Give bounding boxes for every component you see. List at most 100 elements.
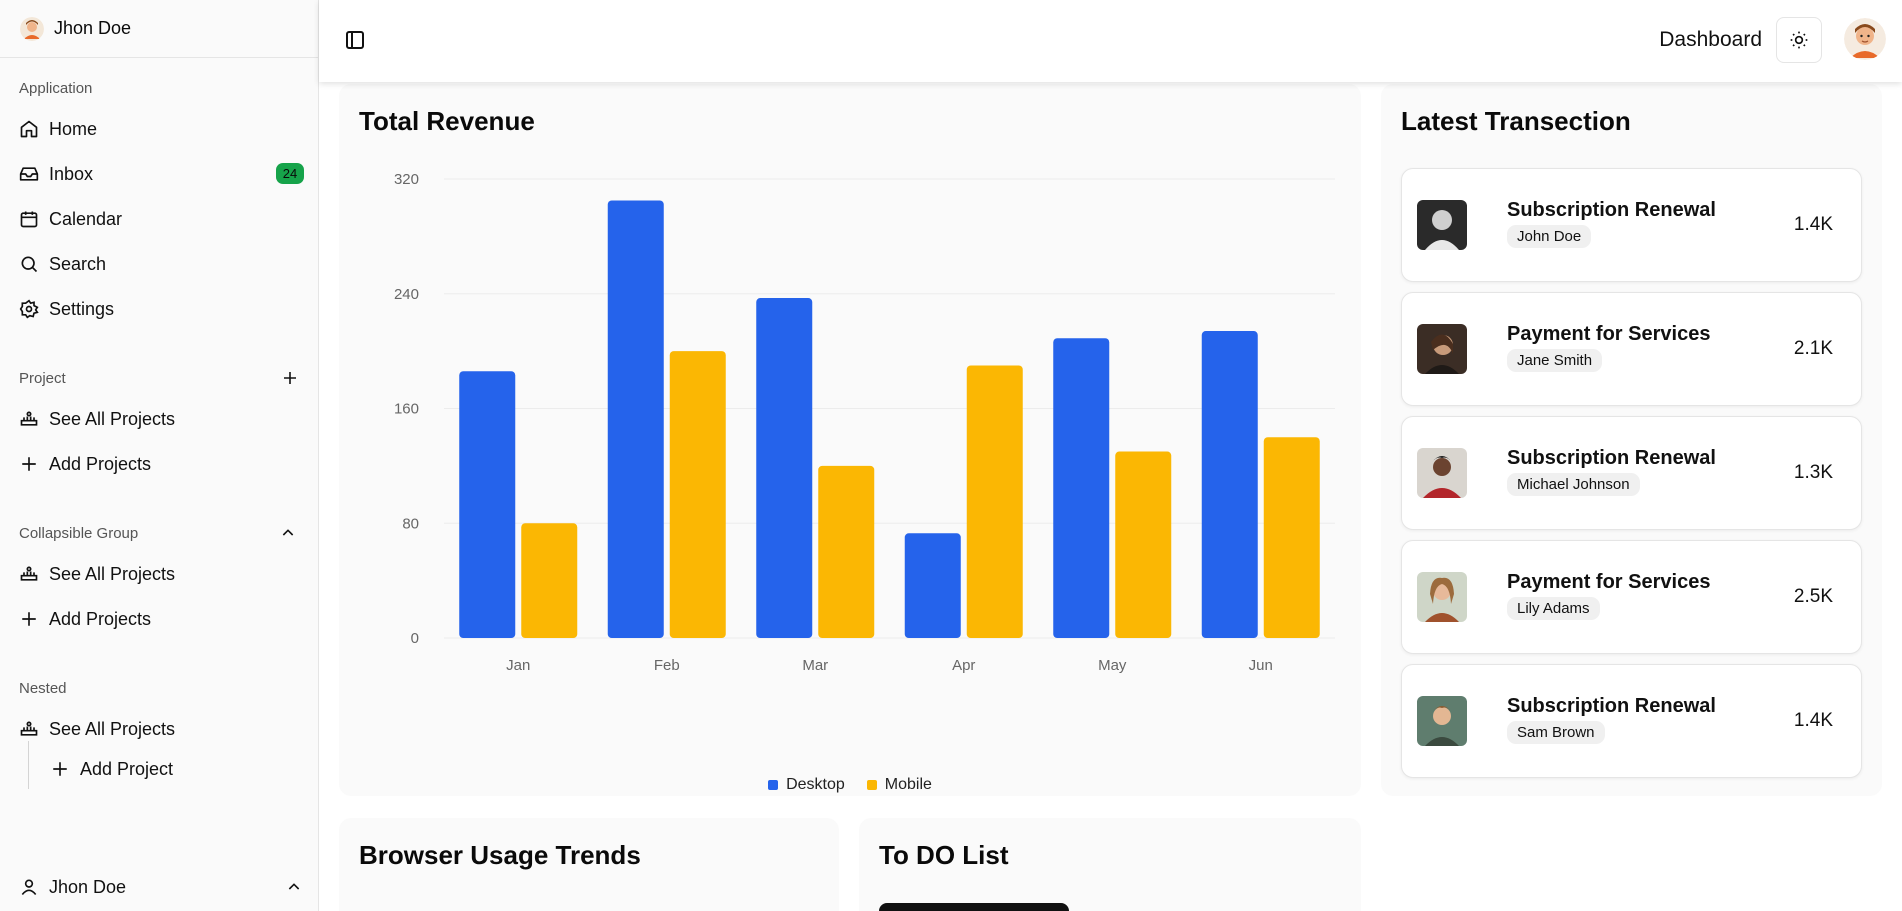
bar-mobile-jun[interactable]	[1263, 437, 1320, 638]
group-label-application: Application	[19, 80, 93, 97]
sidebar-user-name: Jhon Doe	[54, 18, 132, 38]
legend-label: Mobile	[884, 776, 932, 793]
sidebar-item-label: Add Projects	[49, 453, 152, 474]
card-title-browser: Browser Usage Trends	[359, 840, 641, 870]
customer-name-tag: Jane Smith	[1507, 349, 1603, 372]
latest-transactions-card: Latest Transection Subscription Renewal …	[1381, 84, 1882, 796]
sidebar-item-see-all-projects[interactable]: See All Projects	[19, 556, 304, 592]
nested-divider	[28, 741, 29, 789]
x-tick-label: Jan	[506, 657, 530, 674]
sidebar-item-see-all-projects[interactable]: See All Projects	[19, 711, 304, 747]
sidebar-item-label: See All Projects	[49, 718, 176, 739]
sidebar-toggle-icon[interactable]	[343, 28, 367, 52]
sidebar-user-header[interactable]: Jhon Doe	[0, 0, 318, 58]
x-tick-label: Apr	[952, 657, 975, 674]
group-label-project: Project	[19, 370, 66, 387]
customer-photo	[1417, 572, 1467, 622]
group-label-nested: Nested	[19, 680, 67, 697]
y-tick-label: 320	[394, 171, 419, 188]
sidebar-item-calendar[interactable]: Calendar	[19, 201, 304, 237]
app-root: Jhon Doe Application Home Inbox 24 Calen…	[0, 0, 1902, 911]
bar-mobile-jan[interactable]	[521, 523, 578, 638]
customer-name-tag: Sam Brown	[1507, 721, 1605, 744]
sidebar-item-add-projects[interactable]: Add Projects	[19, 601, 304, 637]
user-icon	[19, 877, 39, 897]
x-tick-label: Feb	[654, 657, 680, 674]
total-revenue-card: Total Revenue 0 80 160 240 320 Jan Feb Mar Apr Ma…	[339, 84, 1361, 796]
sidebar-item-inbox[interactable]: Inbox 24	[19, 156, 304, 192]
sidebar-item-label: Calendar	[49, 208, 123, 229]
y-tick-label: 240	[394, 286, 419, 303]
chevron-up-icon[interactable]	[278, 523, 298, 543]
customer-name-tag: John Doe	[1507, 225, 1592, 248]
browser-usage-card: Browser Usage Trends	[339, 818, 839, 911]
card-title-transactions: Latest Transection	[1401, 106, 1631, 136]
bar-desktop-feb[interactable]	[607, 200, 664, 638]
chevron-up-icon	[284, 877, 304, 897]
bar-desktop-jan[interactable]	[459, 371, 516, 638]
plus-icon	[50, 759, 70, 779]
sun-icon	[1790, 31, 1808, 49]
y-tick-label: 0	[411, 630, 419, 647]
sidebar-item-add-project[interactable]: Add Project	[50, 751, 304, 787]
inbox-icon	[19, 164, 39, 184]
sidebar: Jhon Doe Application Home Inbox 24 Calen…	[0, 0, 319, 911]
customer-photo	[1417, 448, 1467, 498]
customer-name-tag: Michael Johnson	[1507, 473, 1640, 496]
projects-icon	[19, 719, 39, 739]
sidebar-item-label: Add Project	[80, 758, 174, 779]
sidebar-item-home[interactable]: Home	[19, 111, 304, 147]
bar-mobile-feb[interactable]	[669, 351, 726, 638]
sidebar-item-add-projects[interactable]: Add Projects	[19, 446, 304, 482]
legend-swatch-mobile	[866, 780, 877, 790]
home-icon	[19, 119, 39, 139]
transaction-title: Subscription Renewal	[1507, 695, 1716, 717]
todo-list-card: To DO List	[859, 818, 1361, 911]
bar-mobile-apr[interactable]	[966, 365, 1023, 638]
settings-icon	[19, 299, 39, 319]
bar-desktop-mar[interactable]	[756, 298, 813, 638]
sidebar-footer-user[interactable]: Jhon Doe	[19, 869, 304, 905]
customer-name-tag: Lily Adams	[1507, 597, 1600, 620]
transaction-amount: 2.5K	[1793, 586, 1833, 607]
theme-toggle-button[interactable]	[1776, 17, 1822, 63]
legend-item-mobile[interactable]: Mobile	[866, 776, 932, 794]
legend-item-desktop[interactable]: Desktop	[768, 776, 845, 794]
bar-mobile-mar[interactable]	[818, 465, 875, 638]
transaction-title: Subscription Renewal	[1507, 447, 1716, 469]
x-tick-label: May	[1098, 657, 1127, 674]
user-avatar	[20, 16, 44, 41]
transaction-item[interactable]: Subscription Renewal Michael Johnson 1.3…	[1401, 416, 1862, 530]
sidebar-item-settings[interactable]: Settings	[19, 291, 304, 327]
calendar-icon	[19, 209, 39, 229]
sidebar-item-see-all-projects[interactable]: See All Projects	[19, 401, 304, 437]
sidebar-item-label: Add Projects	[49, 608, 152, 629]
sidebar-footer-user-name: Jhon Doe	[49, 876, 127, 897]
bar-desktop-may[interactable]	[1053, 338, 1110, 638]
transaction-item[interactable]: Subscription Renewal Sam Brown 1.4K	[1401, 664, 1862, 778]
projects-icon	[19, 409, 39, 429]
transaction-item[interactable]: Payment for Services Lily Adams 2.5K	[1401, 540, 1862, 654]
transaction-item[interactable]: Subscription Renewal John Doe 1.4K	[1401, 168, 1862, 282]
bar-desktop-apr[interactable]	[904, 533, 961, 638]
sidebar-item-search[interactable]: Search	[19, 246, 304, 282]
transaction-item[interactable]: Payment for Services Jane Smith 2.1K	[1401, 292, 1862, 406]
transaction-title: Subscription Renewal	[1507, 199, 1716, 221]
add-project-plus-icon[interactable]	[280, 368, 300, 388]
group-label-collapsible: Collapsible Group	[19, 525, 139, 542]
page-title[interactable]: Dashboard	[1659, 28, 1762, 52]
inbox-count-badge: 24	[276, 163, 304, 184]
customer-photo	[1417, 200, 1467, 250]
x-tick-label: Jun	[1249, 657, 1273, 674]
bar-desktop-jun[interactable]	[1201, 331, 1258, 638]
bar-mobile-may[interactable]	[1115, 451, 1172, 638]
todo-add-button[interactable]	[879, 903, 1069, 911]
customer-photo	[1417, 696, 1467, 746]
revenue-bar-chart: 0 80 160 240 320 Jan Feb Mar Apr May Jun	[394, 171, 1335, 674]
plus-icon	[19, 454, 39, 474]
user-avatar[interactable]	[1844, 18, 1886, 60]
sidebar-item-label: Home	[49, 118, 98, 139]
transaction-amount: 1.4K	[1793, 710, 1833, 731]
y-tick-label: 80	[402, 515, 419, 532]
projects-icon	[19, 564, 39, 584]
